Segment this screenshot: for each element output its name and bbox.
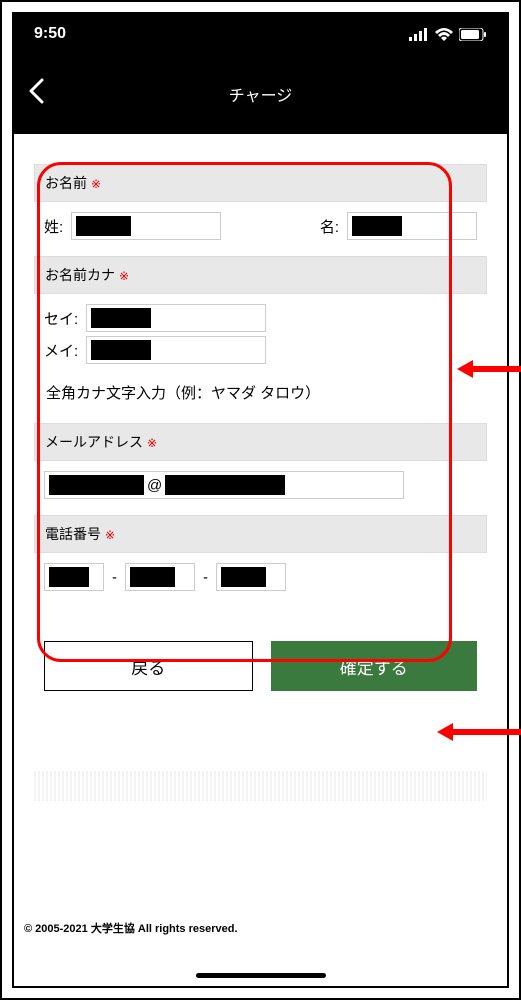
decorative-pattern [34,771,487,801]
nav-bar: チャージ [14,54,507,134]
section-phone: 電話番号 ※ [34,515,487,553]
phone-sep: - [203,569,208,586]
phone-input-3[interactable] [216,563,286,591]
status-icons [409,28,487,41]
required-mark: ※ [91,177,101,191]
mei-input[interactable] [86,336,266,364]
footer-copyright: © 2005-2021 大学生協 All rights reserved. [24,920,238,936]
section-phone-label: 電話番号 [45,526,101,542]
section-kana: お名前カナ ※ [34,256,487,294]
phone-input-2[interactable] [125,563,195,591]
kana-hint: 全角カナ文字入力（例：ヤマダ タロウ） [34,374,487,417]
back-button[interactable]: 戻る [44,641,253,691]
home-indicator [196,973,326,978]
email-at: @ [144,477,165,494]
row-name: 姓: 名: [34,202,487,250]
section-email: メールアドレス ※ [34,423,487,461]
battery-icon [459,28,487,41]
row-mei: メイ: [34,334,487,374]
section-name: お名前 ※ [34,164,487,202]
first-name-input[interactable] [347,212,477,240]
section-kana-label: お名前カナ [45,267,115,283]
phone-sep: - [112,569,117,586]
section-email-label: メールアドレス [45,434,143,450]
confirm-button[interactable]: 確定する [271,641,478,691]
last-name-label: 姓: [44,216,63,237]
required-mark: ※ [105,528,115,542]
last-name-input[interactable] [71,212,221,240]
required-mark: ※ [119,269,129,283]
sei-label: セイ: [44,308,78,329]
section-name-label: お名前 [45,175,87,191]
required-mark: ※ [147,436,157,450]
back-icon[interactable] [28,78,44,111]
email-input[interactable]: @ [44,471,404,499]
row-sei: セイ: [34,294,487,334]
page-title: チャージ [14,82,507,106]
button-row: 戻る 確定する [14,611,507,711]
phone-input-1[interactable] [44,563,104,591]
row-email: @ [34,461,487,509]
signal-icon [409,28,429,41]
status-time: 9:50 [34,25,66,43]
sei-input[interactable] [86,304,266,332]
row-phone: - - [34,553,487,601]
wifi-icon [435,28,453,41]
mei-label: メイ: [44,340,78,361]
status-bar: 9:50 [14,14,507,54]
first-name-label: 名: [320,216,339,237]
